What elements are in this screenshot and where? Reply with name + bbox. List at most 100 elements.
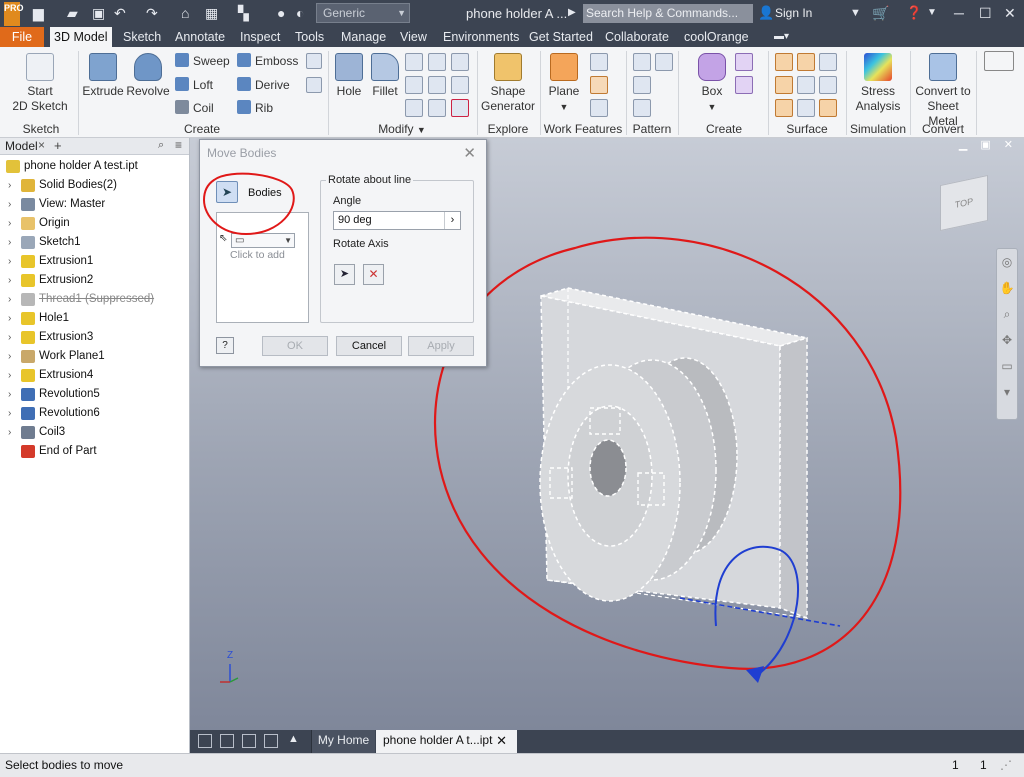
rectangular-pattern-icon[interactable] — [633, 53, 651, 71]
user-icon[interactable]: 👤 — [758, 4, 774, 22]
close-browser-icon[interactable]: × — [38, 138, 45, 152]
rib-button[interactable]: Rib — [237, 100, 273, 116]
derive-button[interactable]: Derive — [237, 77, 290, 93]
circular-pattern-icon[interactable] — [633, 76, 651, 94]
mirror-icon[interactable] — [655, 53, 673, 71]
search-input[interactable]: Search Help & Commands... — [583, 4, 753, 23]
tree-node[interactable]: › Thread1 (Suppressed) — [0, 290, 189, 309]
tab-tools[interactable]: Tools — [291, 27, 328, 47]
freeform-face-icon[interactable] — [735, 53, 753, 71]
fillet-button[interactable]: Fillet — [368, 53, 402, 99]
expand-arrow-icon[interactable]: ▶ — [568, 4, 576, 22]
tab-coolorange[interactable]: coolOrange — [680, 27, 753, 47]
convert-sheet-metal-button[interactable]: Convert to Sheet Metal — [912, 53, 974, 129]
close-tab-icon[interactable]: ✕ — [496, 730, 507, 751]
apply-button[interactable]: Apply — [408, 336, 474, 356]
expand-chevron-icon[interactable]: › — [8, 404, 11, 423]
tree-node[interactable]: › Coil3 — [0, 423, 189, 442]
loft-button[interactable]: Loft — [175, 77, 213, 93]
minimize-icon[interactable]: ─ — [954, 4, 964, 22]
tree-node[interactable]: › Extrusion3 — [0, 328, 189, 347]
tree-node[interactable]: › Sketch1 — [0, 233, 189, 252]
copy-object-icon[interactable] — [428, 99, 446, 117]
tree-node[interactable]: › Extrusion2 — [0, 271, 189, 290]
help-button[interactable]: ? — [216, 337, 234, 354]
combine-icon[interactable] — [451, 76, 469, 94]
expand-chevron-icon[interactable]: › — [8, 309, 11, 328]
ribbon-options-icon[interactable]: ▬▾ — [770, 27, 793, 47]
cart-icon[interactable]: 🛒 — [872, 4, 889, 22]
expand-chevron-icon[interactable]: › — [8, 214, 11, 233]
tab-get-started[interactable]: Get Started — [525, 27, 597, 47]
cancel-button[interactable]: Cancel — [336, 336, 402, 356]
group-label-modify[interactable]: Modify ▼ — [332, 122, 472, 136]
create-extra-icon[interactable] — [306, 53, 322, 69]
tab-3d-model[interactable]: 3D Model — [50, 27, 112, 47]
expand-chevron-icon[interactable]: › — [8, 423, 11, 442]
menu-icon[interactable]: ≡ — [175, 138, 182, 152]
add-browser-icon[interactable]: + — [54, 138, 62, 153]
rotate-axis-select-button[interactable]: ➤ — [334, 264, 355, 285]
sculpt-icon[interactable] — [819, 53, 837, 71]
expand-chevron-icon[interactable]: › — [8, 385, 11, 404]
update-icon[interactable]: ▦ — [205, 4, 218, 22]
tab-environments[interactable]: Environments — [439, 27, 523, 47]
delete-surface-icon[interactable] — [819, 76, 837, 94]
sketch-pattern-icon[interactable] — [633, 99, 651, 117]
tree-node[interactable]: › Hole1 — [0, 309, 189, 328]
expand-chevron-icon[interactable]: › — [8, 328, 11, 347]
trim-icon[interactable] — [797, 76, 815, 94]
plane-button[interactable]: Plane ▼ — [546, 53, 582, 115]
stitch-icon[interactable] — [797, 53, 815, 71]
tab-document[interactable]: phone holder A t...ipt ✕ — [376, 730, 517, 753]
tree-node[interactable]: › Extrusion1 — [0, 252, 189, 271]
angle-input[interactable]: 90 deg › — [333, 211, 461, 230]
expand-chevron-icon[interactable]: › — [8, 290, 11, 309]
shape-generator-button[interactable]: Shape Generator — [480, 53, 536, 114]
tree-node[interactable]: › Revolution5 — [0, 385, 189, 404]
tile-vertical-icon[interactable] — [264, 734, 278, 748]
chamfer-icon[interactable] — [405, 53, 423, 71]
expand-chevron-icon[interactable]: › — [8, 271, 11, 290]
tab-annotate[interactable]: Annotate — [171, 27, 229, 47]
orbit-icon[interactable]: ✥ — [997, 327, 1017, 353]
tab-view[interactable]: View — [396, 27, 431, 47]
coil-button[interactable]: Coil — [175, 100, 214, 116]
import-icon[interactable] — [306, 77, 322, 93]
maximize-icon[interactable]: ☐ — [979, 4, 992, 22]
freeform-box-button[interactable]: Box ▼ — [694, 53, 730, 115]
app-logo-icon[interactable]: PRO — [4, 2, 24, 26]
tree-node[interactable]: › Work Plane1 — [0, 347, 189, 366]
tab-file[interactable]: File — [0, 27, 44, 47]
close-icon[interactable]: ✕ — [1004, 4, 1016, 22]
search-icon[interactable]: ⌕ — [158, 139, 164, 152]
freeform-convert-icon[interactable] — [735, 76, 753, 94]
color-icon[interactable]: ● — [277, 4, 285, 22]
save-icon[interactable]: ▣ — [92, 4, 105, 22]
tabs-menu-icon[interactable]: ▲ — [288, 733, 299, 745]
appearance-dropdown[interactable]: Generic ▼ — [316, 3, 410, 23]
tree-node[interactable]: phone holder A test.ipt — [0, 157, 189, 176]
tab-sketch[interactable]: Sketch — [119, 27, 165, 47]
hole-button[interactable]: Hole — [332, 53, 366, 99]
tree-node[interactable]: End of Part — [0, 442, 189, 461]
expand-chevron-icon[interactable]: › — [8, 252, 11, 271]
tab-collaborate[interactable]: Collaborate — [601, 27, 673, 47]
expand-chevron-icon[interactable]: › — [8, 176, 11, 195]
emboss-button[interactable]: Emboss — [237, 53, 298, 69]
tree-node[interactable]: › View: Master — [0, 195, 189, 214]
chevron-right-icon[interactable]: › — [444, 212, 460, 229]
new-icon[interactable]: ▆ — [33, 4, 44, 22]
expand-chevron-icon[interactable]: › — [8, 366, 11, 385]
sign-in-link[interactable]: Sign In — [775, 6, 812, 20]
home-icon[interactable]: ⌂ — [181, 4, 189, 22]
flip-axis-button[interactable]: ✕ — [363, 264, 384, 285]
expand-chevron-icon[interactable]: › — [8, 347, 11, 366]
tree-node[interactable]: › Extrusion4 — [0, 366, 189, 385]
tree-node[interactable]: › Revolution6 — [0, 404, 189, 423]
help-icon[interactable]: ❓ — [906, 4, 922, 22]
sweep-button[interactable]: Sweep — [175, 53, 230, 69]
expand-chevron-icon[interactable]: › — [8, 233, 11, 252]
extrude-button[interactable]: Extrude — [82, 53, 124, 99]
tab-model[interactable]: Model — [5, 139, 38, 153]
